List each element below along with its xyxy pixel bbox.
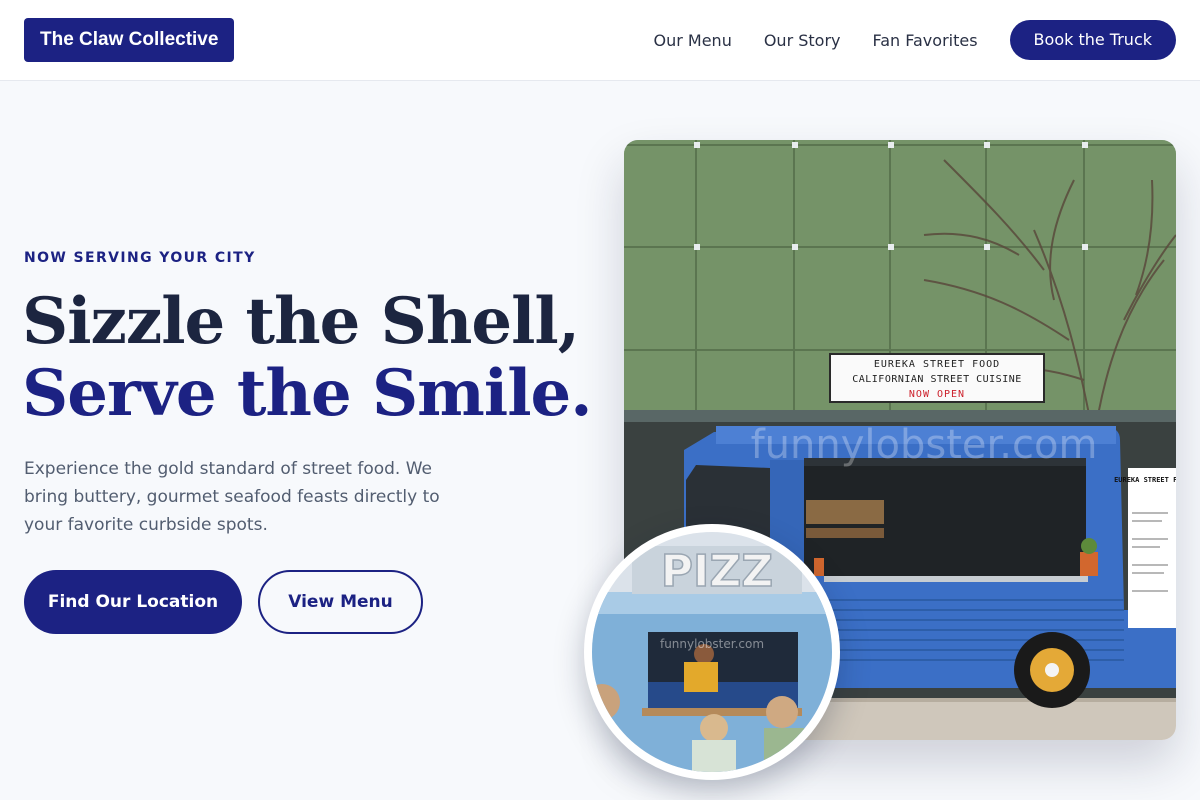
- photo-watermark: funnylobster.com: [751, 422, 1098, 468]
- hero-headline: Sizzle the Shell, Serve the Smile.: [22, 286, 592, 430]
- headline-line-2: Serve the Smile.: [22, 356, 592, 431]
- menu-board-title: EUREKA STREET FOOD: [1114, 476, 1176, 484]
- brand-logo[interactable]: The Claw Collective: [24, 18, 235, 62]
- headline-line-1: Sizzle the Shell,: [22, 284, 580, 359]
- site-header: The Claw Collective Our Menu Our Story F…: [0, 0, 1200, 81]
- nav-link-our-menu[interactable]: Our Menu: [654, 31, 732, 50]
- main-nav: Our Menu Our Story Fan Favorites Book th…: [654, 20, 1176, 60]
- inset-watermark: funnylobster.com: [660, 637, 764, 651]
- book-truck-button[interactable]: Book the Truck: [1009, 20, 1176, 60]
- hero-eyebrow: NOW SERVING YOUR CITY: [24, 250, 256, 266]
- sign-line-1: EUREKA STREET FOOD: [874, 359, 1000, 370]
- nav-link-fan-favorites[interactable]: Fan Favorites: [873, 31, 978, 50]
- view-menu-button[interactable]: View Menu: [258, 570, 423, 634]
- sign-line-2: CALIFORNIAN STREET CUISINE: [852, 374, 1022, 385]
- pizza-truck-photo: PIZZ funnylobster.com: [584, 524, 840, 780]
- sign-line-3: NOW OPEN: [909, 389, 965, 400]
- find-location-button[interactable]: Find Our Location: [24, 570, 242, 634]
- nav-link-our-story[interactable]: Our Story: [764, 31, 841, 50]
- hero-description: Experience the gold standard of street f…: [24, 459, 440, 535]
- inset-sign: PIZZ: [661, 546, 773, 597]
